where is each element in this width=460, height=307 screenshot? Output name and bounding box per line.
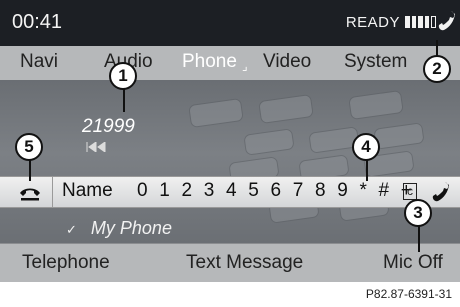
callout-2: 2	[423, 55, 451, 83]
callout-1: 1	[109, 62, 137, 90]
callout-leader	[123, 88, 125, 112]
telephone-button[interactable]: Telephone	[22, 252, 110, 274]
hangup-icon[interactable]	[18, 182, 42, 202]
menu-item-phone[interactable]: Phone	[182, 51, 237, 73]
phone-handset-icon	[438, 11, 455, 31]
signal-bar	[411, 16, 417, 28]
signal-bar	[418, 16, 423, 28]
dialed-number: 21999	[82, 116, 135, 137]
status-bar: 00:41 READY	[0, 0, 460, 46]
callout-5: 5	[15, 133, 43, 161]
clear-icon[interactable]: c	[403, 183, 417, 200]
menu-item-navi[interactable]: Navi	[20, 51, 58, 73]
callout-4: 4	[352, 133, 380, 161]
call-icon[interactable]	[431, 181, 451, 203]
connected-phone: ✓ My Phone	[66, 218, 172, 239]
divider	[52, 177, 53, 207]
signal-bar	[431, 16, 436, 28]
name-button[interactable]: Name	[62, 180, 113, 202]
callout-leader	[418, 224, 420, 252]
phone-screen: 00:41 READY Navi Audio Phone ⌟ Video Sys…	[0, 0, 460, 307]
softkey-bar: Telephone Text Message Mic Off	[0, 243, 460, 282]
signal-bar	[405, 16, 410, 28]
connected-phone-name: My Phone	[90, 218, 172, 238]
callout-leader	[366, 159, 368, 181]
main-menu-bar: Navi Audio Phone ⌟ Video System	[0, 46, 460, 80]
callout-3: 3	[404, 199, 432, 227]
callout-leader	[29, 159, 31, 181]
menu-item-video[interactable]: Video	[263, 51, 311, 73]
text-message-button[interactable]: Text Message	[186, 252, 303, 274]
dial-area: 21999 Name 0 1 2 3 4 5 6 7 8 9 * # + c ✓…	[0, 80, 460, 243]
previous-track-icon	[86, 142, 106, 152]
signal-strength-icon	[405, 16, 436, 28]
menu-item-system[interactable]: System	[344, 51, 407, 73]
signal-bar	[424, 16, 430, 28]
clock: 00:41	[12, 11, 63, 33]
dial-input-row: Name 0 1 2 3 4 5 6 7 8 9 * # + c	[0, 176, 460, 208]
submenu-indicator-icon: ⌟	[242, 59, 248, 73]
ready-status: READY	[345, 14, 400, 31]
checkmark-icon: ✓	[66, 222, 77, 237]
dial-keypad-characters[interactable]: 0 1 2 3 4 5 6 7 8 9 * # +	[137, 180, 415, 202]
figure-reference: P82.87-6391-31	[365, 287, 452, 301]
mic-off-button[interactable]: Mic Off	[383, 252, 443, 274]
